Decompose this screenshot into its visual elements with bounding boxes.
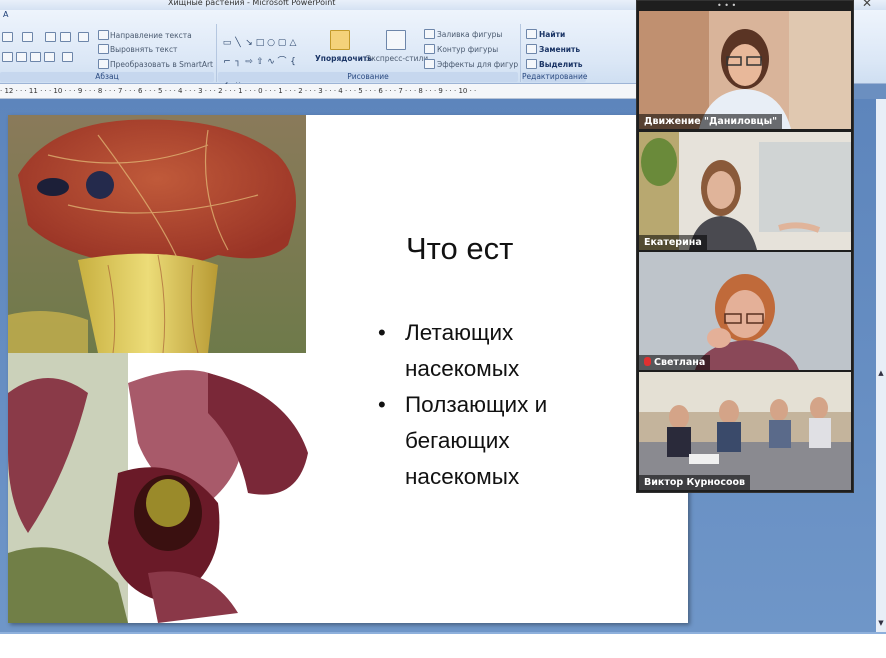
rounded-rect-shape-icon[interactable]: ▢ (277, 38, 287, 48)
curve-shape-icon[interactable]: ∿ (266, 57, 276, 67)
vertical-scrollbar[interactable]: ▲ ▼ (876, 99, 886, 632)
textbox-shape-icon[interactable]: ▭ (222, 38, 232, 48)
bullet-item: Летающих насекомых (378, 315, 595, 387)
group-divider (520, 24, 521, 82)
bullets-icon[interactable] (2, 32, 13, 42)
decrease-indent-icon[interactable] (45, 32, 56, 42)
quick-styles-icon (386, 30, 406, 50)
mic-muted-icon (644, 357, 651, 366)
participant-video (639, 252, 851, 370)
pitcher-plant-photo (8, 115, 306, 353)
triangle-shape-icon[interactable]: △ (288, 38, 298, 48)
rectangle-shape-icon[interactable]: □ (255, 38, 265, 48)
find-button[interactable]: Найти (539, 30, 565, 39)
text-direction-button[interactable]: Направление текста (110, 31, 192, 40)
arrange-icon (330, 30, 350, 50)
brace-shape-icon[interactable]: { (288, 57, 298, 67)
group-divider (216, 24, 217, 82)
slide-title[interactable]: Что ест (406, 231, 513, 267)
binoculars-icon (526, 29, 537, 39)
elbow-shape-icon[interactable]: ┐ (233, 57, 243, 67)
shape-effects-button[interactable]: Эффекты для фигур (437, 60, 518, 69)
participant-name-text: Светлана (654, 357, 706, 368)
slide-canvas[interactable]: Что ест Летающих насекомых Ползающих и б… (8, 115, 688, 623)
replace-button[interactable]: Заменить (539, 45, 580, 54)
shape-outline-button[interactable]: Контур фигуры (437, 45, 498, 54)
align-left-icon[interactable] (2, 52, 13, 62)
shape-fill-icon (424, 29, 435, 39)
line-shape-icon[interactable]: ╲ (233, 38, 243, 48)
convert-smartart-button[interactable]: Преобразовать в SmartArt (110, 60, 213, 69)
close-icon[interactable]: ✕ (862, 0, 872, 9)
participant-tile[interactable]: Виктор Курносоов (639, 372, 851, 490)
bullet-item: Ползающих и бегающих насекомых (378, 387, 605, 495)
select-icon (526, 59, 537, 69)
justify-icon[interactable] (44, 52, 55, 62)
replace-icon (526, 44, 537, 54)
increase-indent-icon[interactable] (60, 32, 71, 42)
pitcher-flower-photo (8, 353, 310, 623)
freeform-shape-icon[interactable]: ⌒ (277, 57, 287, 67)
line-spacing-icon[interactable] (78, 32, 89, 42)
scroll-up-icon[interactable]: ▲ (877, 369, 885, 377)
connector-shape-icon[interactable]: ⌐ (222, 57, 232, 67)
editing-group-label: Редактирование (522, 72, 588, 82)
window-controls-icon: • • • (717, 1, 737, 10)
participant-name: Светлана (639, 355, 711, 370)
bullet-list[interactable]: Летающих насекомых Ползающих и бегающих … (378, 315, 678, 495)
select-button[interactable]: Выделить (539, 60, 582, 69)
participant-name: Виктор Курносоов (639, 475, 751, 490)
notes-pane[interactable] (0, 632, 886, 658)
window-title: Хищные растения - Microsoft PowerPoint (168, 0, 336, 7)
shapes-gallery[interactable]: ▭╲↘□○▢△⌐┐⇨⇧∿⌒{}☆ (222, 30, 306, 86)
up-arrow-shape-icon[interactable]: ⇧ (255, 57, 265, 67)
text-direction-icon (98, 30, 109, 40)
participant-tile[interactable]: Движение "Даниловцы" (639, 11, 851, 129)
paragraph-group-label: Абзац (0, 72, 214, 82)
participant-video (639, 11, 851, 129)
shape-fill-button[interactable]: Заливка фигуры (437, 30, 502, 39)
participant-video (639, 372, 851, 490)
participant-video (639, 132, 851, 250)
numbering-icon[interactable] (22, 32, 33, 42)
align-text-icon (98, 44, 109, 54)
participant-tile-active-speaker[interactable]: Екатерина (639, 132, 851, 250)
align-text-button[interactable]: Выровнять текст (110, 45, 177, 54)
arrange-button[interactable]: Упорядочить (315, 54, 372, 63)
participant-tile[interactable]: Светлана (639, 252, 851, 370)
quick-styles-button[interactable]: Экспресс-стили (366, 54, 428, 63)
columns-icon[interactable] (62, 52, 73, 62)
drawing-group-label: Рисование (218, 72, 518, 82)
horizontal-ruler: · 12 · · · 11 · · · 10 · · · 9 · · · 8 ·… (0, 84, 636, 99)
scroll-down-icon[interactable]: ▼ (877, 619, 885, 627)
align-center-icon[interactable] (16, 52, 27, 62)
participant-name: Екатерина (639, 235, 707, 250)
shape-effects-icon (424, 59, 435, 69)
ribbon-tab[interactable]: А (3, 10, 8, 19)
right-arrow-shape-icon[interactable]: ⇨ (244, 57, 254, 67)
smartart-icon (98, 59, 109, 69)
align-right-icon[interactable] (30, 52, 41, 62)
video-call-panel: • • • Движение "Даниловцы" Екатерина Све… (636, 0, 854, 493)
oval-shape-icon[interactable]: ○ (266, 38, 276, 48)
participant-name: Движение "Даниловцы" (639, 114, 783, 129)
arrow-shape-icon[interactable]: ↘ (244, 38, 254, 48)
shape-outline-icon (424, 44, 435, 54)
